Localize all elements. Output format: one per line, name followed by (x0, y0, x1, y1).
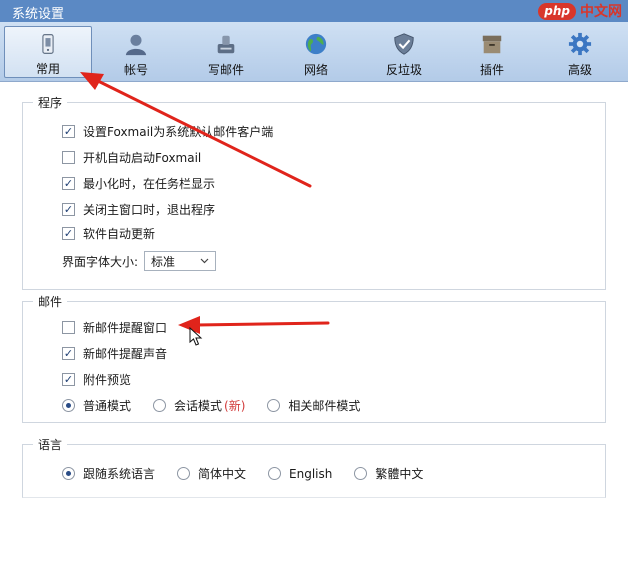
tab-antispam[interactable]: 反垃圾 (360, 26, 448, 78)
tab-general[interactable]: 常用 (4, 26, 92, 78)
option-autostart[interactable]: 开机自动启动Foxmail (62, 149, 201, 166)
mouse-cursor-icon (189, 327, 203, 346)
language-radio-group: 跟随系统语言 简体中文 English 繁體中文 (62, 465, 423, 482)
option-auto-update[interactable]: ✓ 软件自动更新 (62, 225, 155, 242)
checkbox-default-client[interactable]: ✓ (62, 125, 75, 138)
tab-advanced[interactable]: 高级 (536, 26, 624, 78)
radio-follow-system-circle[interactable] (62, 467, 75, 480)
title-bar: 系统设置 (0, 0, 628, 22)
mail-mode-radio-group: 普通模式 会话模式 (新) 相关邮件模式 (62, 397, 360, 414)
radio-simplified-chinese-circle[interactable] (177, 467, 191, 480)
option-exit-on-close-label: 关闭主窗口时，退出程序 (83, 203, 216, 217)
option-attachment-preview[interactable]: ✓ 附件预览 (62, 371, 131, 388)
radio-traditional-chinese-circle[interactable] (354, 467, 368, 480)
option-autostart-label: 开机自动启动Foxmail (83, 151, 202, 165)
watermark-text: 中文网 (580, 4, 622, 20)
tab-account[interactable]: 帐号 (92, 26, 180, 78)
radio-related-mode-label: 相关邮件模式 (288, 399, 361, 413)
option-default-client[interactable]: ✓ 设置Foxmail为系统默认邮件客户端 (62, 123, 273, 140)
compose-icon (217, 35, 235, 54)
tab-network-label: 网络 (303, 63, 328, 77)
radio-conversation-mode[interactable]: 会话模式 (新) (153, 397, 245, 414)
group-mail-title: 邮件 (33, 293, 68, 310)
option-default-client-label: 设置Foxmail为系统默认邮件客户端 (83, 125, 274, 139)
checkbox-attachment-preview[interactable]: ✓ (62, 373, 75, 386)
radio-english-label: English (289, 466, 333, 481)
tab-advanced-label: 高级 (567, 63, 592, 77)
option-attachment-preview-label: 附件预览 (83, 373, 132, 387)
tab-compose[interactable]: 写邮件 (182, 26, 270, 78)
radio-conversation-mode-label: 会话模式 (174, 399, 223, 413)
radio-follow-system[interactable]: 跟随系统语言 (62, 465, 155, 482)
tab-general-label: 常用 (35, 62, 60, 76)
radio-normal-mode-circle[interactable] (62, 399, 75, 412)
radio-simplified-chinese-label: 简体中文 (198, 467, 247, 481)
option-new-mail-popup-label: 新邮件提醒窗口 (83, 321, 168, 335)
option-auto-update-label: 软件自动更新 (83, 227, 156, 241)
checkbox-auto-update[interactable]: ✓ (62, 227, 75, 240)
tab-plugins[interactable]: 插件 (448, 26, 536, 78)
gear-icon (568, 32, 592, 56)
option-new-mail-sound[interactable]: ✓ 新邮件提醒声音 (62, 345, 167, 362)
radio-related-mode[interactable]: 相关邮件模式 (267, 397, 360, 414)
tab-account-label: 帐号 (123, 63, 148, 77)
tab-network[interactable]: 网络 (272, 26, 360, 78)
option-new-mail-popup[interactable]: 新邮件提醒窗口 (62, 319, 167, 336)
tab-plugins-label: 插件 (479, 63, 504, 77)
shield-icon (394, 33, 414, 55)
radio-traditional-chinese[interactable]: 繁體中文 (354, 465, 423, 482)
phone-device-icon (42, 34, 54, 54)
option-minimize-taskbar-label: 最小化时，在任务栏显示 (83, 177, 216, 191)
checkbox-minimize-taskbar[interactable]: ✓ (62, 177, 75, 190)
radio-follow-system-label: 跟随系统语言 (83, 467, 156, 481)
window-title: 系统设置 (12, 7, 65, 22)
new-badge: (新) (224, 399, 246, 413)
option-exit-on-close[interactable]: ✓ 关闭主窗口时，退出程序 (62, 201, 215, 218)
checkbox-exit-on-close[interactable]: ✓ (62, 203, 75, 216)
font-size-row: 界面字体大小: 标准 (62, 251, 217, 271)
radio-simplified-chinese[interactable]: 简体中文 (177, 465, 246, 482)
font-size-value: 标准 (151, 254, 176, 269)
tab-antispam-label: 反垃圾 (385, 63, 422, 77)
settings-content: 程序 ✓ 设置Foxmail为系统默认邮件客户端 开机自动启动Foxmail ✓… (0, 82, 628, 567)
option-minimize-taskbar[interactable]: ✓ 最小化时，在任务栏显示 (62, 175, 215, 192)
chevron-down-icon (200, 258, 209, 264)
option-new-mail-sound-label: 新邮件提醒声音 (83, 347, 168, 361)
watermark: php 中文网 (538, 0, 622, 22)
globe-icon (305, 33, 327, 55)
radio-traditional-chinese-label: 繁體中文 (375, 467, 424, 481)
radio-related-mode-circle[interactable] (267, 399, 281, 412)
box-icon (482, 35, 502, 54)
settings-toolbar: 常用 帐号 写邮件 网络 反垃圾 插件 高级 (0, 22, 628, 82)
checkbox-autostart[interactable] (62, 151, 75, 164)
checkbox-new-mail-sound[interactable]: ✓ (62, 347, 75, 360)
font-size-select[interactable]: 标准 (144, 251, 217, 271)
radio-english[interactable]: English (268, 467, 332, 481)
radio-english-circle[interactable] (268, 467, 282, 480)
watermark-badge: php (538, 2, 576, 20)
group-program-title: 程序 (33, 94, 68, 111)
radio-normal-mode[interactable]: 普通模式 (62, 397, 131, 414)
radio-normal-mode-label: 普通模式 (83, 399, 132, 413)
radio-conversation-mode-circle[interactable] (153, 399, 167, 412)
font-size-label: 界面字体大小: (62, 254, 139, 269)
user-icon (125, 34, 147, 56)
tab-compose-label: 写邮件 (207, 63, 244, 77)
checkbox-new-mail-popup[interactable] (62, 321, 75, 334)
group-language-title: 语言 (33, 436, 68, 453)
